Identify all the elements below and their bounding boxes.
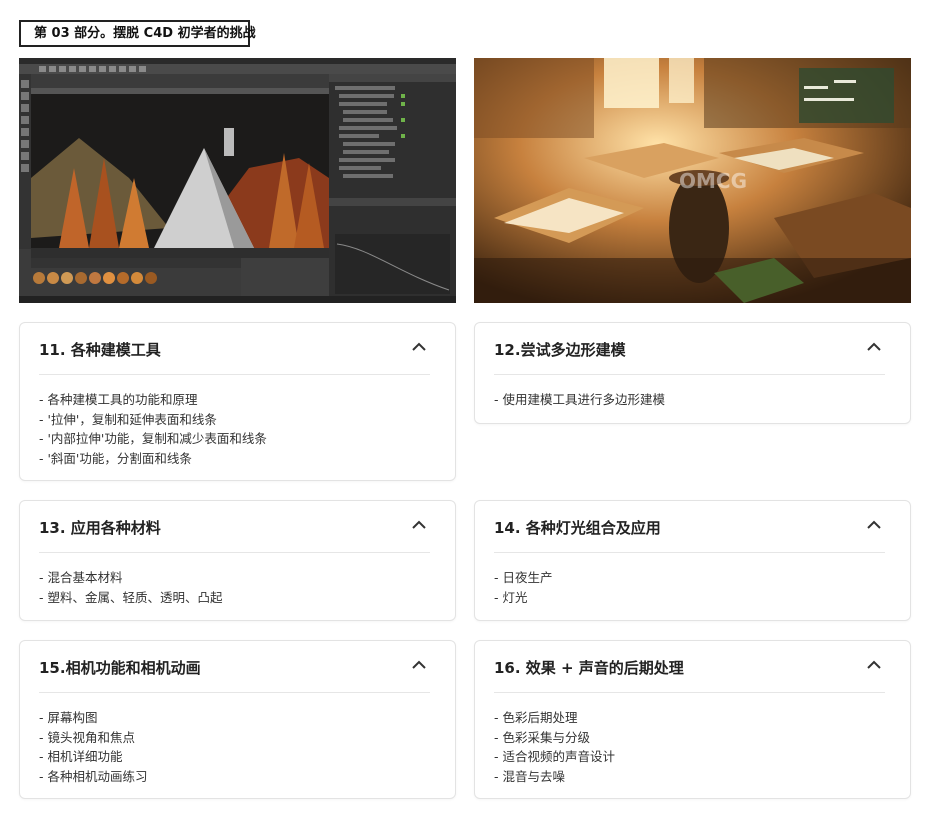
classroom-render-illustration: OMCG (474, 58, 911, 303)
card-divider (39, 692, 430, 693)
c4d-interface-screenshot (19, 58, 456, 303)
card-divider (39, 374, 430, 375)
list-item: - 各种建模工具的功能和原理 (39, 392, 198, 407)
card-title: 13. 应用各种材料 (39, 519, 161, 537)
list-item: - 相机详细功能 (39, 749, 123, 764)
accordion-card-polygon-modeling[interactable]: 12.尝试多边形建模 - 使用建模工具进行多边形建模 (474, 322, 911, 424)
chevron-up-icon[interactable] (866, 519, 882, 531)
accordion-card-modeling-tools[interactable]: 11. 各种建模工具 - 各种建模工具的功能和原理 - '拉伸'，复制和延伸表面… (19, 322, 456, 481)
watermark-text: OMCG (679, 169, 747, 193)
card-title: 16. 效果 + 声音的后期处理 (494, 659, 684, 677)
card-list: - 日夜生产 - 灯光 (494, 568, 552, 607)
list-item: - 混合基本材料 (39, 570, 123, 585)
list-item: - 色彩后期处理 (494, 710, 578, 725)
card-title: 14. 各种灯光组合及应用 (494, 519, 661, 537)
list-item: - 使用建模工具进行多边形建模 (494, 392, 665, 407)
card-list: - 色彩后期处理 - 色彩采集与分级 - 适合视频的声音设计 - 混音与去噪 (494, 708, 615, 786)
card-list: - 各种建模工具的功能和原理 - '拉伸'，复制和延伸表面和线条 - '内部拉伸… (39, 390, 267, 468)
chevron-up-icon[interactable] (411, 659, 427, 671)
chevron-up-icon[interactable] (411, 341, 427, 353)
list-item: - 色彩采集与分级 (494, 729, 590, 745)
list-item: - '斜面'功能，分割面和线条 (39, 450, 192, 466)
chevron-up-icon[interactable] (866, 659, 882, 671)
accordion-card-post-processing[interactable]: 16. 效果 + 声音的后期处理 - 色彩后期处理 - 色彩采集与分级 - 适合… (474, 640, 911, 799)
list-item: - 各种相机动画练习 (39, 768, 148, 784)
card-list: - 屏幕构图 - 镜头视角和焦点 - 相机详细功能 - 各种相机动画练习 (39, 708, 147, 786)
list-item: - '内部拉伸'功能，复制和减少表面和线条 (39, 431, 267, 446)
list-item: - 混音与去噪 (494, 768, 565, 784)
classroom-render-screenshot: OMCG (474, 58, 911, 303)
list-item: - '拉伸'，复制和延伸表面和线条 (39, 411, 217, 427)
card-divider (494, 692, 885, 693)
list-item: - 屏幕构图 (39, 710, 98, 725)
card-title: 12.尝试多边形建模 (494, 341, 626, 359)
card-title: 15.相机功能和相机动画 (39, 659, 201, 677)
card-divider (494, 374, 885, 375)
section-tag: 第 03 部分。摆脱 C4D 初学者的挑战 (19, 20, 256, 47)
chevron-up-icon[interactable] (866, 341, 882, 353)
card-title: 11. 各种建模工具 (39, 341, 161, 359)
list-item: - 适合视频的声音设计 (494, 749, 615, 764)
accordion-card-lighting[interactable]: 14. 各种灯光组合及应用 - 日夜生产 - 灯光 (474, 500, 911, 621)
chevron-up-icon[interactable] (411, 519, 427, 531)
card-divider (494, 552, 885, 553)
card-list: - 使用建模工具进行多边形建模 (494, 390, 665, 410)
card-list: - 混合基本材料 - 塑料、金属、轻质、透明、凸起 (39, 568, 223, 607)
card-divider (39, 552, 430, 553)
list-item: - 镜头视角和焦点 (39, 729, 135, 745)
accordion-card-materials[interactable]: 13. 应用各种材料 - 混合基本材料 - 塑料、金属、轻质、透明、凸起 (19, 500, 456, 621)
list-item: - 灯光 (494, 589, 528, 605)
accordion-card-camera[interactable]: 15.相机功能和相机动画 - 屏幕构图 - 镜头视角和焦点 - 相机详细功能 -… (19, 640, 456, 799)
list-item: - 日夜生产 (494, 570, 553, 585)
list-item: - 塑料、金属、轻质、透明、凸起 (39, 589, 223, 605)
c4d-viewport-illustration (19, 58, 456, 303)
